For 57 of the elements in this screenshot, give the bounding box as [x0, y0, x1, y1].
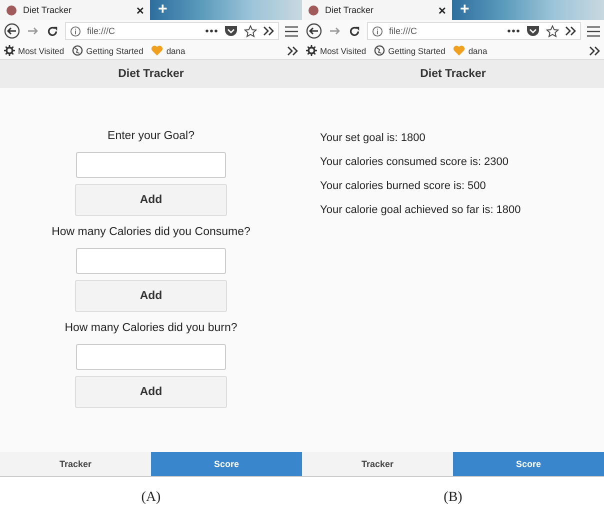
browser-tab[interactable]: Diet Tracker ×	[302, 0, 452, 20]
question-label: How many Calories did you burn?	[64, 322, 238, 334]
input-field[interactable]	[76, 344, 226, 370]
nav-tab[interactable]: Score	[453, 452, 604, 476]
bookmark-heart-icon	[453, 45, 466, 56]
pocket-icon[interactable]	[224, 25, 238, 37]
more-icon[interactable]	[507, 29, 520, 33]
close-tab-button[interactable]: ×	[438, 2, 446, 18]
menu-icon[interactable]	[285, 26, 298, 36]
star-icon[interactable]	[546, 24, 559, 38]
browser-tab[interactable]: Diet Tracker ×	[0, 0, 150, 20]
gear-icon	[4, 45, 15, 56]
input-field[interactable]	[76, 152, 226, 178]
close-tab-button[interactable]: ×	[136, 2, 144, 18]
add-button[interactable]: Add	[75, 376, 227, 408]
nav-tab[interactable]: Score	[151, 452, 302, 476]
figure-caption: (B)	[444, 490, 462, 506]
add-button[interactable]: Add	[75, 280, 227, 312]
address-bar[interactable]: file:///C	[65, 22, 279, 40]
bookmark-link[interactable]: Getting Started	[388, 46, 446, 56]
app-header: Diet Tracker	[302, 60, 604, 88]
app-header: Diet Tracker	[0, 60, 302, 88]
bookmark-link[interactable]: Most Visited	[320, 46, 366, 56]
info-icon[interactable]	[70, 26, 81, 36]
question-label: How many Calories did you Consume?	[52, 226, 250, 238]
question-label: Enter your Goal?	[108, 130, 194, 142]
gear-icon	[306, 45, 317, 56]
bookmarks-overflow-icon[interactable]	[589, 46, 600, 56]
score-text: Your set goal is: 1800	[320, 132, 426, 144]
bookmark-link[interactable]: dana	[166, 46, 186, 56]
bookmark-link[interactable]: dana	[468, 46, 488, 56]
bookmarks-overflow-icon[interactable]	[287, 46, 298, 56]
nav-tab[interactable]: Tracker	[302, 452, 453, 476]
bookmark-link[interactable]: Most Visited	[18, 46, 64, 56]
reload-icon[interactable]	[46, 24, 59, 38]
tab-favicon-icon	[308, 4, 319, 16]
tab-favicon-icon	[6, 4, 17, 16]
input-field[interactable]	[76, 248, 226, 274]
bookmark-link[interactable]: Getting Started	[86, 46, 144, 56]
info-icon[interactable]	[372, 26, 383, 36]
nav-tab[interactable]: Tracker	[0, 452, 151, 476]
address-bar[interactable]: file:///C	[367, 22, 581, 40]
reload-icon[interactable]	[348, 24, 361, 38]
score-text: Your calorie goal achieved so far is: 1800	[320, 204, 522, 216]
add-button[interactable]: Add	[75, 184, 227, 216]
more-icon[interactable]	[205, 29, 218, 33]
score-text: Your calories consumed score is: 2300	[320, 156, 510, 168]
star-icon[interactable]	[244, 24, 257, 38]
menu-icon[interactable]	[587, 26, 600, 36]
chevron-icon[interactable]	[565, 26, 576, 36]
pocket-icon[interactable]	[526, 25, 540, 37]
chevron-icon[interactable]	[263, 26, 274, 36]
bookmark-heart-icon	[151, 45, 164, 56]
score-text: Your calories burned score is: 500	[320, 180, 487, 192]
figure-caption: (A)	[141, 490, 161, 506]
new-tab-button[interactable]: +	[452, 0, 478, 20]
new-tab-button[interactable]: +	[150, 0, 176, 20]
